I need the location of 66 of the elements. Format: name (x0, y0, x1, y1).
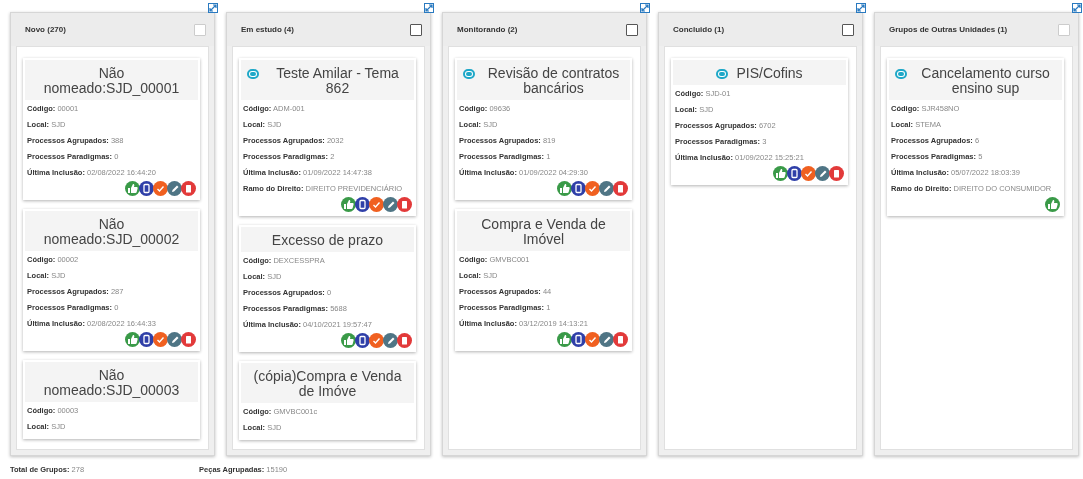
thumbs-up-icon (557, 181, 572, 196)
action-button[interactable] (787, 166, 802, 181)
expand-icon[interactable] (1072, 3, 1082, 13)
expand-icon[interactable] (856, 3, 866, 13)
expand-icon[interactable] (640, 3, 650, 13)
action-button[interactable] (613, 181, 628, 196)
thumbs-up-icon (341, 333, 356, 348)
action-button[interactable] (369, 197, 384, 212)
action-button[interactable] (829, 166, 844, 181)
thumbs-up-icon (557, 332, 572, 347)
column-title: Concluido (1) (673, 25, 725, 34)
action-button[interactable] (153, 181, 168, 196)
action-button[interactable] (571, 332, 586, 347)
card-title: Não nomeado:SJD_00003 (42, 368, 181, 398)
card-title: PIS/Cofins (736, 66, 803, 81)
action-button[interactable] (773, 166, 788, 181)
action-button[interactable] (139, 181, 154, 196)
checkbox[interactable] (842, 23, 854, 36)
column-title: Em estudo (4) (241, 25, 294, 34)
thumbs-up-icon (125, 332, 140, 347)
action-button[interactable] (585, 332, 600, 347)
action-button[interactable] (585, 181, 600, 196)
action-button[interactable] (369, 333, 384, 348)
action-button[interactable] (801, 166, 816, 181)
action-button[interactable] (815, 166, 830, 181)
action-button[interactable] (125, 181, 140, 196)
expand-icon[interactable] (424, 3, 434, 13)
thumbs-up-icon (773, 166, 788, 181)
action-button[interactable] (181, 332, 196, 347)
action-button[interactable] (571, 181, 586, 196)
action-button[interactable] (125, 332, 140, 347)
column-title: Grupos de Outras Unidades (1) (889, 25, 1008, 34)
thumbs-up-icon (125, 181, 140, 196)
action-button[interactable] (355, 333, 370, 348)
checkbox[interactable] (410, 23, 422, 36)
card-title: Excesso de prazo (271, 233, 384, 248)
card-title: Não nomeado:SJD_00002 (42, 217, 181, 247)
action-button[interactable] (613, 332, 628, 347)
action-button[interactable] (167, 181, 182, 196)
card-title: Cancelamento curso ensino sup (920, 66, 1051, 96)
card-title: Revisão de contratos bancários (486, 66, 621, 96)
expand-icon[interactable] (208, 3, 218, 13)
action-button[interactable] (599, 181, 614, 196)
action-button[interactable] (139, 332, 154, 347)
action-button[interactable] (557, 332, 572, 347)
card-title: (cópia)Compra e Venda de Imóve (252, 369, 403, 399)
action-button[interactable] (153, 332, 168, 347)
action-button[interactable] (397, 333, 412, 348)
column-title: Novo (270) (25, 25, 66, 34)
card-title: Compra e Venda de Imóvel (480, 217, 607, 247)
action-button[interactable] (181, 181, 196, 196)
action-button[interactable] (397, 197, 412, 212)
action-button[interactable] (355, 197, 370, 212)
action-button[interactable] (341, 197, 356, 212)
action-button[interactable] (557, 181, 572, 196)
action-button[interactable] (341, 333, 356, 348)
action-button[interactable] (167, 332, 182, 347)
column-title: Monitorando (2) (457, 25, 518, 34)
card-title: Teste Amilar - Tema 862 (275, 66, 400, 96)
checkbox[interactable] (626, 23, 638, 36)
action-button[interactable] (383, 197, 398, 212)
action-button[interactable] (383, 333, 398, 348)
action-button[interactable] (599, 332, 614, 347)
thumbs-up-icon (1045, 197, 1060, 212)
card-title: Não nomeado:SJD_00001 (42, 66, 181, 96)
thumbs-up-icon (341, 197, 356, 212)
